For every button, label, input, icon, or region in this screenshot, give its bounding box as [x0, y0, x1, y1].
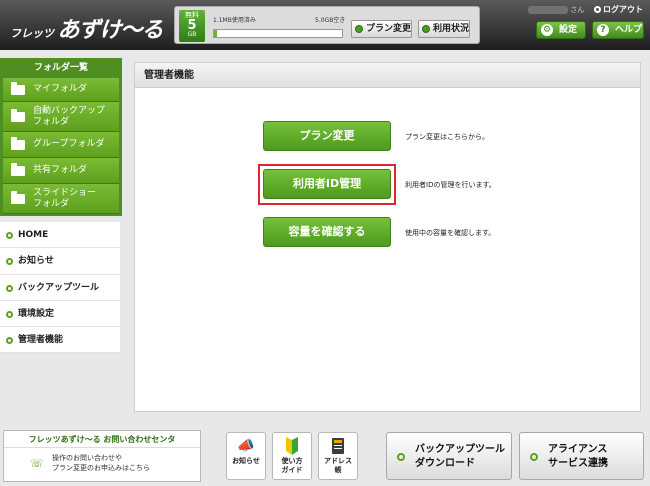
user-suffix: さん — [570, 6, 585, 14]
plan-change-action-button[interactable]: プラン変更 — [263, 121, 391, 151]
alliance-service-button[interactable]: アライアンス サービス連携 — [519, 432, 644, 480]
folder-label: 自動バックアップ フォルダ — [33, 106, 106, 127]
backup-tool-download-button[interactable]: バックアップツール ダウンロード — [386, 432, 512, 480]
contact-title: フレッツあずけ〜る お問い合わせセンタ — [4, 431, 200, 448]
news-button[interactable]: 📣 お知らせ — [226, 432, 266, 480]
settings-label: 設定 — [559, 25, 578, 35]
logo-main: あずけ〜る — [57, 18, 163, 43]
page-title: 管理者機能 — [135, 63, 640, 88]
address-book-button[interactable]: アドレス 帳 — [318, 432, 358, 480]
megaphone-icon: 📣 — [237, 438, 255, 454]
contact-line-1: 操作のお問い合わせや — [52, 454, 122, 462]
free-plan-badge: 無料 5 GB — [179, 10, 205, 42]
alliance-service-label: アライアンス サービス連携 — [548, 444, 608, 469]
contact-text: 操作のお問い合わせや プラン変更のお申込みはこちら — [52, 453, 150, 473]
check-capacity-button[interactable]: 容量を確認する — [263, 217, 391, 247]
nav-label: 環境設定 — [18, 308, 55, 319]
folder-item-shared[interactable]: 共有フォルダ — [3, 158, 119, 184]
settings-button[interactable]: ⚙ 設定 — [536, 21, 586, 39]
plan-change-button[interactable]: プラン変更 — [351, 20, 413, 38]
redacted-username — [528, 6, 568, 14]
nav-item-home[interactable]: HOME — [0, 222, 120, 249]
nav-label: お知らせ — [18, 256, 54, 267]
plan-usage-panel: 無料 5 GB 1.1MB使用済み 5.0GB空き プラン変更 利用状況 — [174, 6, 480, 44]
usage-progress-fill — [214, 30, 217, 37]
news-label: お知らせ — [232, 457, 260, 465]
folder-icon — [11, 81, 25, 95]
nav-list: HOME お知らせ バックアップツール 環境設定 管理者機能 — [0, 222, 120, 354]
ring-bullet-icon — [6, 337, 13, 345]
question-icon: ? — [597, 24, 609, 36]
user-id-management-description: 利用者IDの管理を行います。 — [405, 181, 496, 189]
user-name: さん — [528, 5, 584, 15]
nav-item-admin[interactable]: 管理者機能 — [0, 327, 120, 354]
nav-item-settings[interactable]: 環境設定 — [0, 301, 120, 328]
badge-unit: GB — [187, 31, 197, 38]
nav-label: HOME — [18, 230, 49, 240]
folder-icon — [11, 162, 25, 176]
folder-label: スライドショー フォルダ — [33, 188, 97, 209]
help-button[interactable]: ? ヘルプ — [592, 21, 644, 39]
plan-change-label: プラン変更 — [366, 24, 412, 34]
folder-label: マイフォルダ — [33, 84, 88, 95]
address-book-label: アドレス 帳 — [324, 457, 352, 474]
folder-list-heading: フォルダ一覧 — [0, 58, 122, 78]
logout-link[interactable]: ログアウト — [594, 4, 643, 15]
usage-free-text: 5.0GB空き — [315, 17, 346, 24]
ring-bullet-icon — [397, 453, 405, 461]
user-id-management-button[interactable]: 利用者ID管理 — [263, 169, 391, 199]
contact-center-box[interactable]: フレッツあずけ〜る お問い合わせセンタ ☏ 操作のお問い合わせや プラン変更のお… — [3, 430, 201, 482]
folder-list: マイフォルダ 自動バックアップ フォルダ グループフォルダ 共有フォルダ スライ… — [0, 78, 122, 216]
guide-label: 使い方 ガイド — [281, 457, 303, 474]
usage-status-button[interactable]: 利用状況 — [418, 20, 471, 38]
logo-prefix: フレッツ — [10, 27, 54, 40]
help-label: ヘルプ — [615, 25, 643, 35]
nav-label: バックアップツール — [18, 282, 100, 293]
nav-label: 管理者機能 — [18, 335, 64, 346]
ring-bullet-icon — [594, 6, 601, 13]
beginner-mark-icon — [282, 437, 302, 455]
folder-item-my[interactable]: マイフォルダ — [3, 78, 119, 102]
folder-icon — [11, 108, 25, 122]
nav-item-backup-tool[interactable]: バックアップツール — [0, 275, 120, 301]
phone-icon: ☏ — [30, 457, 44, 470]
app-logo[interactable]: フレッツ あずけ〜る — [10, 12, 164, 44]
ring-bullet-icon — [530, 453, 538, 461]
bullet-icon — [355, 25, 363, 33]
folder-label: 共有フォルダ — [33, 165, 88, 176]
gear-icon: ⚙ — [541, 24, 553, 36]
folder-label: グループフォルダ — [33, 139, 105, 150]
app-header: フレッツ あずけ〜る 無料 5 GB 1.1MB使用済み 5.0GB空き プラン… — [0, 0, 650, 50]
ring-bullet-icon — [6, 232, 13, 239]
usage-status-label: 利用状況 — [433, 24, 470, 34]
folder-icon — [11, 136, 25, 150]
backup-tool-download-label: バックアップツール ダウンロード — [415, 444, 505, 469]
plan-change-description: プラン変更はこちらから。 — [405, 133, 489, 141]
nav-item-news[interactable]: お知らせ — [0, 248, 120, 275]
folder-icon — [11, 190, 25, 204]
contact-line-2: プラン変更のお申込みはこちら — [52, 464, 150, 472]
ring-bullet-icon — [6, 258, 13, 266]
ring-bullet-icon — [6, 310, 13, 318]
check-capacity-description: 使用中の容量を確認します。 — [405, 229, 496, 237]
address-book-icon — [328, 437, 348, 455]
admin-panel: 管理者機能 プラン変更 プラン変更はこちらから。 利用者ID管理 利用者IDの管… — [134, 62, 641, 412]
logout-label: ログアウト — [603, 5, 643, 14]
guide-button[interactable]: 使い方 ガイド — [272, 432, 312, 480]
ring-bullet-icon — [6, 284, 13, 292]
folder-item-slideshow[interactable]: スライドショー フォルダ — [3, 184, 119, 214]
usage-progress-bar — [213, 29, 343, 38]
bullet-icon — [422, 25, 430, 33]
folder-item-group[interactable]: グループフォルダ — [3, 132, 119, 158]
folder-item-auto-backup[interactable]: 自動バックアップ フォルダ — [3, 102, 119, 132]
usage-used-text: 1.1MB使用済み — [213, 17, 256, 24]
sidebar: フォルダ一覧 マイフォルダ 自動バックアップ フォルダ グループフォルダ 共有フ… — [0, 58, 122, 354]
